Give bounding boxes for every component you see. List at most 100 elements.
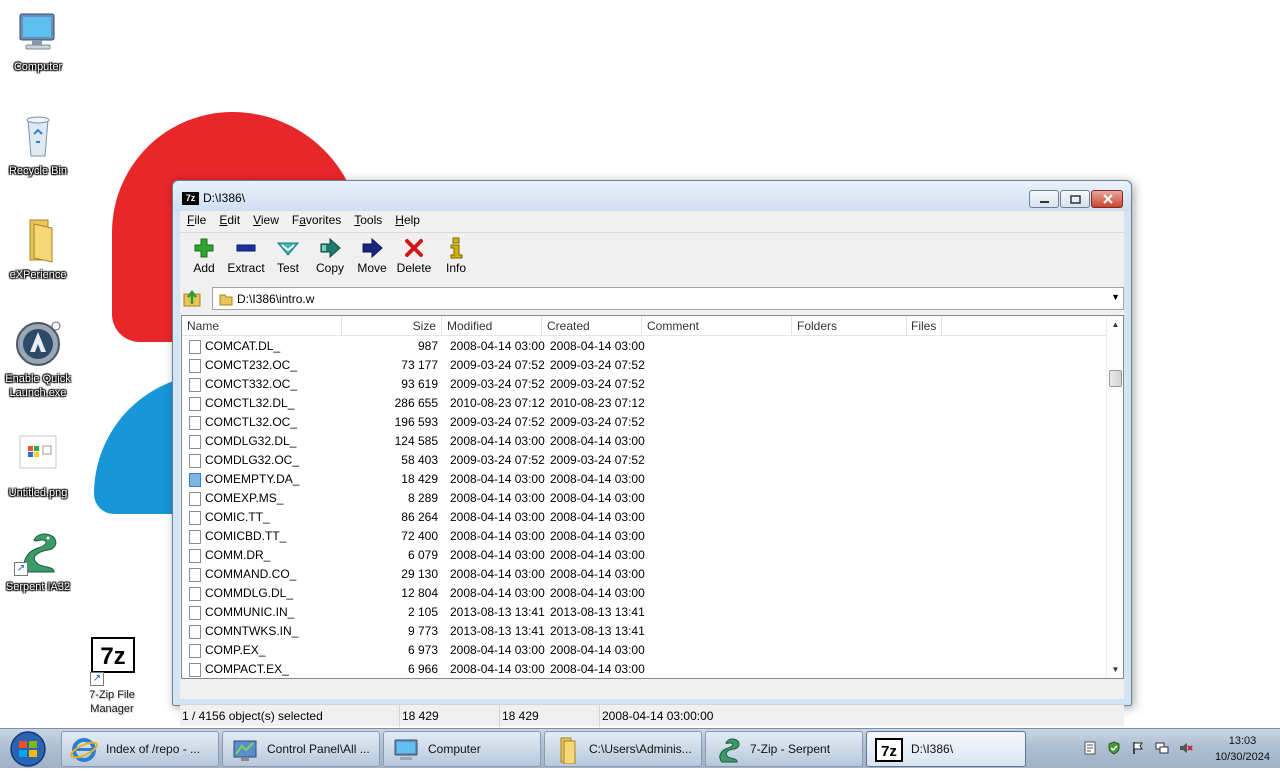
minimize-icon (1040, 201, 1049, 203)
windows-orb-icon (10, 731, 46, 767)
menu-file[interactable]: File (180, 211, 212, 231)
table-row[interactable]: COMEXP.MS_ 8 289 2008-04-14 03:00 2008-04-1… (182, 489, 1107, 508)
window-title: D:\I386\ (203, 191, 246, 205)
table-row[interactable]: COMMAND.CO_ 29 130 2008-04-14 03:00 2008-04… (182, 565, 1107, 584)
column-header-files[interactable]: Files (907, 316, 942, 336)
table-row[interactable]: COMNTWKS.IN_ 9 773 2013-08-13 13:41 2013-08… (182, 622, 1107, 641)
start-button[interactable] (4, 730, 52, 768)
action-center-flag-icon[interactable] (1131, 741, 1145, 755)
file-size: 9 773 (407, 624, 438, 638)
chevron-down-icon[interactable]: ▼ (1111, 292, 1120, 302)
file-size: 6 966 (407, 662, 438, 676)
menu-edit[interactable]: Edit (212, 211, 246, 231)
table-row[interactable]: COMP.EX_ 6 973 2008-04-14 03:00 2008-04-14 … (182, 641, 1107, 660)
scroll-down-icon[interactable]: ▼ (1107, 661, 1124, 678)
info-button[interactable]: Info (435, 233, 477, 284)
desktop-icon-untitled-png[interactable]: Untitled.png (0, 434, 76, 500)
taskbar-item-computer[interactable]: Computer (383, 731, 541, 767)
vertical-scrollbar[interactable]: ▲ ▼ (1106, 316, 1123, 678)
table-row[interactable]: COMICBD.TT_ 72 400 2008-04-14 03:00 2008-04… (182, 527, 1107, 546)
column-header-name[interactable]: Name (182, 316, 342, 336)
desktop-icon-computer[interactable]: Computer (0, 8, 76, 74)
table-row[interactable]: COMCAT.DL_ 987 2008-04-14 03:00 2008-04-14 … (182, 337, 1107, 356)
file-name-cell: COMCT332.OC_ (189, 375, 297, 394)
taskbar-item-7zip-serpent[interactable]: 7-Zip - Serpent (705, 731, 863, 767)
table-row[interactable]: COMIC.TT_ 86 264 2008-04-14 03:00 2008-04-1… (182, 508, 1107, 527)
network-icon[interactable] (1155, 741, 1169, 755)
folder-up-icon (183, 289, 201, 307)
desktop-icon-experience[interactable]: eXPerience (0, 216, 76, 282)
desktop-icon-7zip[interactable]: 7z ↗ 7-Zip File Manager (74, 636, 150, 716)
info-label: Info (445, 261, 466, 275)
security-shield-icon[interactable] (1107, 741, 1121, 755)
column-header-comment[interactable]: Comment (642, 316, 792, 336)
taskbar-item-explorer-users[interactable]: C:\Users\Adminis... (544, 731, 702, 767)
file-name: COMPACT.EX_ (205, 662, 289, 676)
menu-help[interactable]: Help (388, 211, 426, 231)
maximize-button[interactable] (1060, 190, 1090, 208)
file-name-cell: COMDLG32.OC_ (189, 451, 299, 470)
add-button[interactable]: Add (183, 233, 225, 284)
clock[interactable]: 13:03 10/30/2024 (1215, 733, 1270, 765)
test-button[interactable]: Test (267, 233, 309, 284)
menu-bar: File Edit View Favorites Tools Help (180, 211, 1124, 231)
file-name-cell: COMMAND.CO_ (189, 565, 296, 584)
table-row[interactable]: COMM.DR_ 6 079 2008-04-14 03:00 2008-04-14 … (182, 546, 1107, 565)
scrollbar-thumb[interactable] (1109, 370, 1122, 387)
file-modified: 2008-04-14 03:00 (450, 586, 545, 600)
column-header-modified[interactable]: Modified (442, 316, 542, 336)
table-row[interactable]: COMCTL32.OC_ 196 593 2009-03-24 07:52 2009-… (182, 413, 1107, 432)
file-modified: 2009-03-24 07:52 (450, 377, 545, 391)
control-panel-icon (233, 740, 257, 761)
window-client: File Edit View Favorites Tools Help Add … (180, 211, 1124, 727)
menu-tools[interactable]: Tools (347, 211, 388, 231)
volume-muted-icon[interactable] (1179, 741, 1193, 755)
column-header-size[interactable]: Size (342, 316, 442, 336)
table-row[interactable]: COMDLG32.OC_ 58 403 2009-03-24 07:52 2009-0… (182, 451, 1107, 470)
close-button[interactable] (1091, 190, 1123, 208)
desktop-icon-serpent[interactable]: ↗ Serpent IA32 (0, 528, 76, 594)
taskbar-item-internet-explorer[interactable]: Index of /repo - ... (61, 731, 219, 767)
up-folder-button[interactable] (182, 288, 204, 308)
minimize-button[interactable] (1029, 190, 1059, 208)
move-label: Move (357, 261, 387, 275)
desktop-icon-enable-quick-launch[interactable]: Enable Quick Launch.exe (0, 320, 76, 400)
address-combobox[interactable]: D:\I386\intro.w ▼ (212, 287, 1124, 310)
table-row[interactable]: COMMDLG.DL_ 12 804 2008-04-14 03:00 2008-04… (182, 584, 1107, 603)
file-modified: 2009-03-24 07:52 (450, 358, 545, 372)
file-size: 286 655 (394, 396, 438, 410)
file-created: 2009-03-24 07:52 (550, 453, 645, 467)
column-header-folders[interactable]: Folders (792, 316, 907, 336)
file-modified: 2008-04-14 03:00 (450, 434, 545, 448)
taskbar-item-7zip-active[interactable]: 7z D:\I386\ (866, 731, 1026, 767)
maximize-icon (1070, 195, 1081, 204)
document-tray-icon[interactable] (1083, 741, 1097, 755)
menu-view[interactable]: View (246, 211, 285, 231)
file-size: 196 593 (394, 415, 438, 429)
table-row[interactable]: COMMUNIC.IN_ 2 105 2013-08-13 13:41 2013-08… (182, 603, 1107, 622)
folder-icon (560, 737, 576, 764)
column-header-created[interactable]: Created (542, 316, 642, 336)
file-created: 2009-03-24 07:52 (550, 415, 645, 429)
extract-icon (236, 244, 256, 252)
extract-button[interactable]: Extract (225, 233, 267, 284)
table-row[interactable]: COMCT332.OC_ 93 619 2009-03-24 07:52 2009-0… (182, 375, 1107, 394)
title-bar[interactable]: 7z D:\I386\ (173, 181, 1131, 211)
file-size: 124 585 (394, 434, 438, 448)
scroll-up-icon[interactable]: ▲ (1107, 316, 1124, 333)
menu-favorites[interactable]: Favorites (285, 211, 347, 231)
move-button[interactable]: Move (351, 233, 393, 284)
table-row[interactable]: COMEMPTY.DA_ 18 429 2008-04-14 03:00 2008-0… (182, 470, 1107, 489)
file-size: 6 079 (407, 548, 438, 562)
desktop-icon-recycle-bin[interactable]: Recycle Bin (0, 112, 76, 178)
delete-button[interactable]: Delete (393, 233, 435, 284)
table-row[interactable]: COMCTL32.DL_ 286 655 2010-08-23 07:12 2010-… (182, 394, 1107, 413)
table-row[interactable]: COMCT232.OC_ 73 177 2009-03-24 07:52 2009-0… (182, 356, 1107, 375)
table-row[interactable]: COMDLG32.DL_ 124 585 2008-04-14 03:00 2008-… (182, 432, 1107, 451)
copy-button[interactable]: Copy (309, 233, 351, 284)
computer-icon (14, 8, 62, 56)
table-row[interactable]: COMPACT.EX_ 6 966 2008-04-14 03:00 2008-04-… (182, 660, 1107, 678)
add-label: Add (193, 261, 215, 275)
taskbar-item-control-panel[interactable]: Control Panel\All ... (222, 731, 380, 767)
file-name-cell: COMMUNIC.IN_ (189, 603, 294, 622)
